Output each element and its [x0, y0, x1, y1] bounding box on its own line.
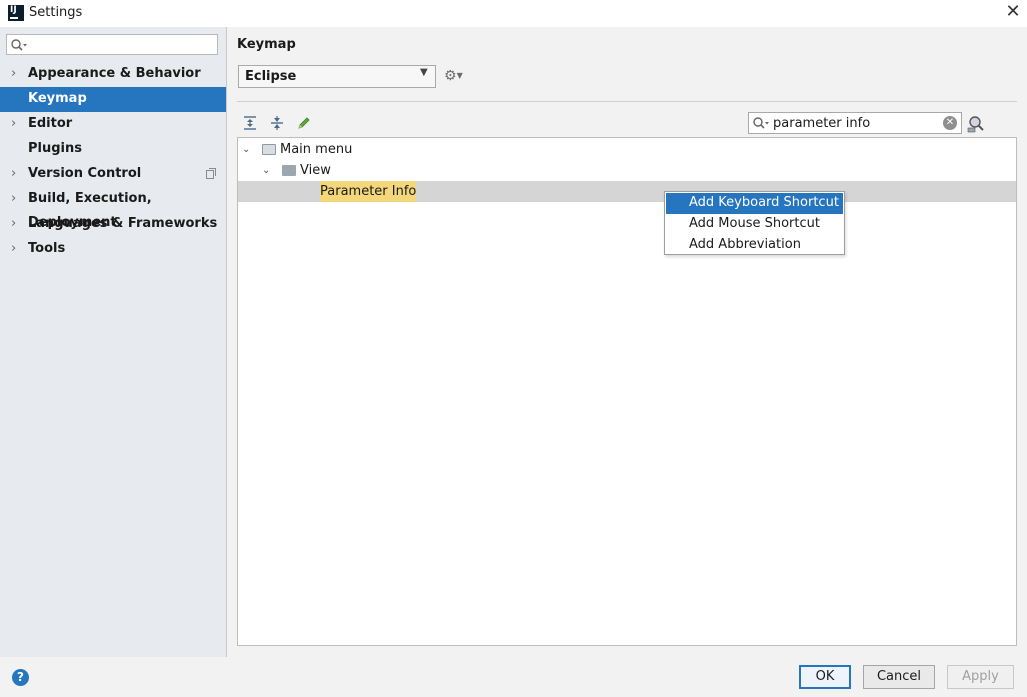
divider	[237, 101, 1017, 102]
cancel-button[interactable]: Cancel	[863, 665, 935, 689]
tree-row-view[interactable]: ⌄ View	[238, 160, 1016, 181]
project-scope-icon	[206, 168, 216, 179]
keymap-scheme-value: Eclipse	[245, 69, 297, 84]
chevron-right-icon[interactable]: ›	[11, 212, 21, 236]
sidebar-item-label: Appearance & Behavior	[28, 66, 201, 81]
sidebar-item-plugins[interactable]: Plugins	[0, 137, 226, 162]
sidebar-item-languages-frameworks[interactable]: › Languages & Frameworks	[0, 212, 226, 237]
ok-button[interactable]: OK	[799, 665, 851, 689]
chevron-right-icon[interactable]: ›	[11, 162, 21, 186]
keymap-filter-input[interactable]	[773, 114, 938, 132]
apply-button[interactable]: Apply	[947, 665, 1014, 689]
collapse-all-button[interactable]	[268, 115, 286, 133]
sidebar-item-editor[interactable]: › Editor	[0, 112, 226, 137]
keymap-action-tree[interactable]: ⌄ Main menu ⌄ View Parameter Info	[237, 137, 1017, 646]
edit-shortcut-button[interactable]	[295, 115, 313, 133]
sidebar-item-tools[interactable]: › Tools	[0, 237, 226, 262]
search-icon[interactable]	[10, 38, 28, 52]
edit-icon	[298, 117, 310, 129]
close-window-button[interactable]: ✕	[1001, 1, 1025, 25]
tree-row-label: Main menu	[280, 142, 353, 157]
keymap-filter-field[interactable]: ✕	[748, 112, 962, 134]
search-icon[interactable]	[752, 116, 770, 130]
page-title: Keymap	[237, 37, 296, 52]
chevron-down-icon: ▼	[420, 67, 428, 78]
sidebar-item-appearance-behavior[interactable]: › Appearance & Behavior	[0, 62, 226, 87]
sidebar-item-label: Plugins	[28, 141, 82, 156]
chevron-right-icon[interactable]: ›	[11, 62, 21, 86]
menu-item-add-abbreviation[interactable]: Add Abbreviation	[666, 235, 843, 256]
menu-item-add-keyboard-shortcut[interactable]: Add Keyboard Shortcut	[666, 193, 843, 214]
clear-icon[interactable]: ✕	[943, 116, 957, 130]
settings-search-field[interactable]	[6, 34, 218, 55]
find-by-shortcut-button[interactable]	[967, 115, 985, 133]
chevron-right-icon[interactable]: ›	[11, 237, 21, 261]
chevron-right-icon[interactable]: ›	[11, 112, 21, 136]
menu-item-label: Add Mouse Shortcut	[689, 216, 820, 231]
chevron-down-icon[interactable]: ⌄	[242, 139, 250, 160]
gear-icon[interactable]: ⚙▼	[444, 68, 466, 84]
sidebar-item-version-control[interactable]: › Version Control	[0, 162, 226, 187]
sidebar-item-label: Editor	[28, 116, 73, 131]
menu-item-label: Add Abbreviation	[689, 237, 801, 252]
context-menu: Add Keyboard Shortcut Add Mouse Shortcut…	[664, 191, 845, 255]
menu-folder-icon	[262, 144, 276, 155]
collapse-all-icon	[271, 116, 283, 130]
window-title: Settings	[29, 5, 83, 20]
tree-row-main-menu[interactable]: ⌄ Main menu	[238, 139, 1016, 160]
sidebar-item-label: Tools	[28, 241, 66, 256]
menu-item-add-mouse-shortcut[interactable]: Add Mouse Shortcut	[666, 214, 843, 235]
title-bar	[0, 0, 1027, 27]
tree-row-label: Parameter Info	[320, 181, 417, 202]
sidebar-item-label: Keymap	[28, 91, 87, 106]
sidebar-item-label: Languages & Frameworks	[28, 216, 218, 231]
menu-item-label: Add Keyboard Shortcut	[689, 195, 839, 210]
help-button[interactable]: ?	[12, 669, 29, 686]
sidebar-item-build-execution-deployment[interactable]: › Build, Execution, Deployment	[0, 187, 226, 230]
chevron-down-icon[interactable]: ⌄	[262, 160, 270, 181]
keymap-scheme-select[interactable]: Eclipse ▼	[238, 65, 436, 88]
find-shortcut-icon	[967, 116, 984, 133]
tree-row-label: View	[300, 163, 331, 178]
tree-row-parameter-info[interactable]: Parameter Info	[238, 181, 1016, 202]
sidebar-item-keymap[interactable]: Keymap	[0, 87, 226, 112]
chevron-right-icon[interactable]: ›	[11, 187, 21, 211]
expand-all-icon	[244, 116, 256, 130]
folder-icon	[282, 165, 296, 176]
sidebar-item-label: Version Control	[28, 166, 142, 181]
app-logo-icon: IJ	[8, 5, 24, 21]
sidebar-divider[interactable]	[226, 27, 227, 657]
expand-all-button[interactable]	[241, 115, 259, 133]
